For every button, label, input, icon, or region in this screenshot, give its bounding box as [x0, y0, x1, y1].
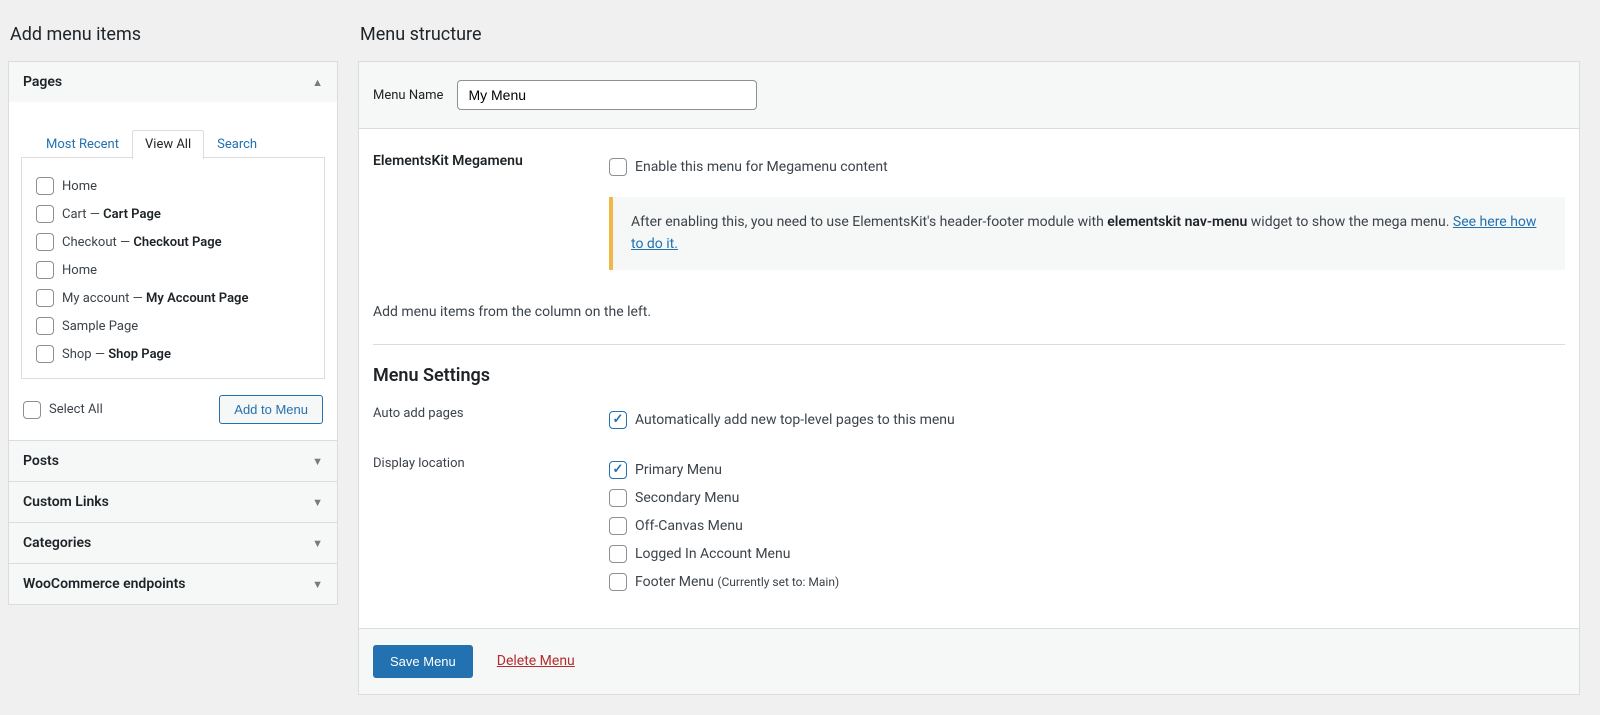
auto-add-checkbox-row[interactable]: Automatically add new top-level pages to…	[609, 406, 1565, 434]
checkbox-icon	[609, 158, 627, 176]
page-item-row[interactable]: Checkout — Checkout Page	[36, 228, 310, 256]
chevron-down-icon: ▼	[312, 496, 323, 509]
left-accordion: Pages ▲ Most Recent View All Search Home…	[8, 61, 338, 605]
delete-menu-link[interactable]: Delete Menu	[497, 653, 575, 669]
divider	[373, 344, 1565, 345]
tab-view-all[interactable]: View All	[132, 130, 204, 159]
menu-structure-box: Menu Name ElementsKit Megamenu Enable th…	[358, 61, 1580, 695]
checkbox-icon	[36, 205, 54, 223]
accordion-title: Pages	[23, 74, 62, 90]
location-checkbox-row[interactable]: Logged In Account Menu	[609, 540, 1565, 568]
location-label: Primary Menu	[635, 462, 722, 478]
accordion-title: Custom Links	[23, 494, 109, 510]
checkbox-icon	[36, 345, 54, 363]
pages-list: Home Cart — Cart Page Checkout — Checkout …	[21, 157, 325, 379]
page-item-label: Cart — Cart Page	[62, 207, 161, 222]
menu-name-label: Menu Name	[373, 88, 443, 103]
accordion-title: Posts	[23, 453, 59, 469]
add-to-menu-button[interactable]: Add to Menu	[219, 395, 323, 424]
page-item-row[interactable]: Cart — Cart Page	[36, 200, 310, 228]
location-checkbox-row[interactable]: Primary Menu	[609, 456, 1565, 484]
display-location-label: Display location	[373, 456, 609, 471]
note-text-post: widget to show the mega menu.	[1247, 214, 1453, 230]
select-all-row[interactable]: Select All	[23, 396, 103, 424]
menu-settings-heading: Menu Settings	[373, 365, 1565, 386]
page-item-row[interactable]: Home	[36, 256, 310, 284]
accordion-body-pages: Most Recent View All Search Home Cart — C…	[9, 102, 337, 440]
page-item-label: My account — My Account Page	[62, 291, 248, 306]
chevron-up-icon: ▲	[312, 76, 323, 89]
checkbox-icon	[36, 289, 54, 307]
location-label: Off-Canvas Menu	[635, 518, 743, 534]
checkbox-icon	[23, 401, 41, 419]
megamenu-enable-row[interactable]: Enable this menu for Megamenu content	[609, 153, 1565, 181]
checkbox-icon	[609, 573, 627, 591]
page-item-label: Home	[62, 179, 97, 194]
location-checkbox-row[interactable]: Secondary Menu	[609, 484, 1565, 512]
checkbox-icon	[609, 489, 627, 507]
checkbox-icon	[609, 545, 627, 563]
select-all-label: Select All	[49, 402, 103, 417]
chevron-down-icon: ▼	[312, 455, 323, 468]
page-item-label: Sample Page	[62, 319, 138, 334]
page-item-row[interactable]: Shop — Shop Page	[36, 340, 310, 368]
page-item-label: Shop — Shop Page	[62, 347, 171, 362]
tab-most-recent[interactable]: Most Recent	[33, 130, 132, 158]
megamenu-checkbox-label: Enable this menu for Megamenu content	[635, 159, 888, 175]
accordion-title: Categories	[23, 535, 91, 551]
megamenu-label: ElementsKit Megamenu	[373, 153, 609, 169]
checkbox-icon	[609, 517, 627, 535]
auto-add-checkbox-label: Automatically add new top-level pages to…	[635, 412, 955, 428]
accordion-header-woocommerce[interactable]: WooCommerce endpoints ▼	[9, 563, 337, 604]
page-item-label: Checkout — Checkout Page	[62, 235, 222, 250]
save-menu-button[interactable]: Save Menu	[373, 645, 473, 678]
checkbox-icon	[609, 411, 627, 429]
note-text-pre: After enabling this, you need to use Ele…	[631, 214, 1107, 230]
checkbox-icon	[36, 177, 54, 195]
accordion-header-posts[interactable]: Posts ▼	[9, 440, 337, 481]
note-text-bold: elementskit nav-menu	[1107, 214, 1247, 230]
accordion-header-pages[interactable]: Pages ▲	[9, 62, 337, 102]
checkbox-icon	[36, 317, 54, 335]
auto-add-label: Auto add pages	[373, 406, 609, 421]
location-checkbox-row[interactable]: Footer Menu (Currently set to: Main)	[609, 568, 1565, 596]
accordion-header-custom-links[interactable]: Custom Links ▼	[9, 481, 337, 522]
page-item-row[interactable]: Sample Page	[36, 312, 310, 340]
checkbox-icon	[36, 233, 54, 251]
accordion-title: WooCommerce endpoints	[23, 576, 185, 592]
location-label: Secondary Menu	[635, 490, 739, 506]
megamenu-note: After enabling this, you need to use Ele…	[609, 197, 1565, 270]
menu-name-bar: Menu Name	[359, 62, 1579, 129]
location-label: Footer Menu (Currently set to: Main)	[635, 574, 839, 590]
tab-search[interactable]: Search	[204, 130, 270, 158]
instruction-text: Add menu items from the column on the le…	[373, 304, 1565, 320]
page-item-row[interactable]: Home	[36, 172, 310, 200]
chevron-down-icon: ▼	[312, 578, 323, 591]
checkbox-icon	[36, 261, 54, 279]
menu-name-input[interactable]	[457, 80, 757, 110]
page-item-label: Home	[62, 263, 97, 278]
chevron-down-icon: ▼	[312, 537, 323, 550]
checkbox-icon	[609, 461, 627, 479]
page-item-row[interactable]: My account — My Account Page	[36, 284, 310, 312]
location-label: Logged In Account Menu	[635, 546, 790, 562]
pages-tabs: Most Recent View All Search	[21, 112, 325, 158]
accordion-header-categories[interactable]: Categories ▼	[9, 522, 337, 563]
location-checkbox-row[interactable]: Off-Canvas Menu	[609, 512, 1565, 540]
add-items-heading: Add menu items	[10, 24, 338, 45]
menu-structure-heading: Menu structure	[360, 24, 1580, 45]
